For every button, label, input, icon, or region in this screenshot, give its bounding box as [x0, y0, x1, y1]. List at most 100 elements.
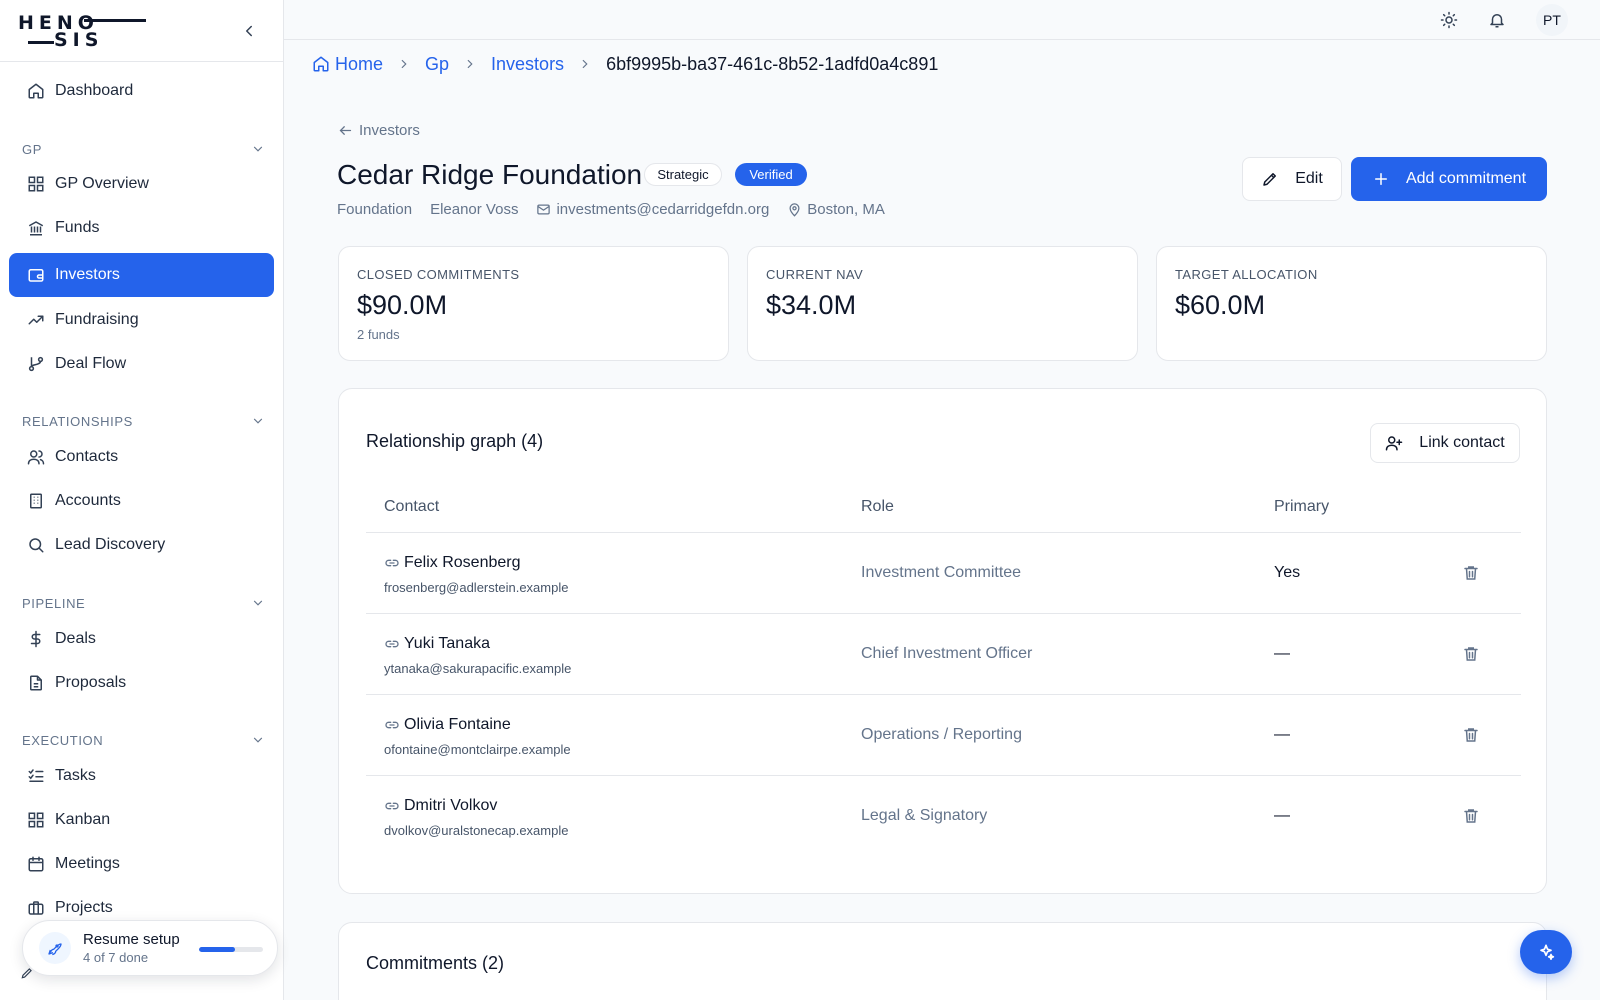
sidebar-item-label: GP Overview — [55, 175, 149, 192]
chevron-down-icon[interactable] — [251, 142, 265, 156]
table-row: Yuki Tanaka ytanaka@sakurapacific.exampl… — [366, 614, 1521, 695]
sidebar-item-investors[interactable]: Investors — [9, 253, 274, 297]
link-icon — [384, 798, 400, 814]
status-badge-strategic: Strategic — [644, 163, 722, 186]
breadcrumb-investors[interactable]: Investors — [491, 54, 564, 75]
back-link-label: Investors — [359, 122, 420, 139]
relationship-graph-card: Relationship graph (4) Link contact Cont… — [338, 388, 1547, 894]
sidebar-item-dashboard[interactable]: Dashboard — [9, 69, 274, 113]
add-commitment-button[interactable]: Add commitment — [1351, 157, 1547, 201]
sidebar-item-lead-discovery[interactable]: Lead Discovery — [9, 523, 274, 567]
chevron-down-icon[interactable] — [251, 733, 265, 747]
contact-name: Dmitri Volkov — [404, 797, 498, 814]
contact-name-link[interactable]: Felix Rosenberg — [384, 554, 521, 572]
stat-label: CURRENT NAV — [766, 267, 864, 282]
sidebar-item-accounts[interactable]: Accounts — [9, 479, 274, 523]
logo-bar-bottom — [28, 41, 54, 44]
resume-setup-card[interactable]: Resume setup 4 of 7 done — [22, 920, 278, 976]
contact-name-link[interactable]: Yuki Tanaka — [384, 635, 490, 653]
trash-icon[interactable] — [1462, 807, 1480, 825]
sidebar-item-deal-flow[interactable]: Deal Flow — [9, 342, 274, 386]
stat-card-current-nav: CURRENT NAV $34.0M — [747, 246, 1138, 361]
breadcrumb-gp[interactable]: Gp — [425, 54, 449, 75]
contact-primary: — — [1274, 807, 1290, 824]
logo-text-bottom: SIS — [54, 29, 104, 51]
back-to-investors-link[interactable]: Investors — [338, 122, 420, 139]
chevron-down-icon[interactable] — [251, 414, 265, 428]
chevron-down-icon[interactable] — [251, 596, 265, 610]
contact-email: frosenberg@adlerstein.example — [384, 580, 569, 595]
stat-value: $60.0M — [1175, 290, 1266, 320]
sidebar-item-kanban[interactable]: Kanban — [9, 798, 274, 842]
sidebar-item-contacts[interactable]: Contacts — [9, 435, 274, 479]
trash-icon[interactable] — [1462, 564, 1480, 582]
setup-progress-fill — [199, 947, 236, 952]
wallet-icon — [27, 266, 45, 284]
sun-icon[interactable] — [1440, 11, 1458, 29]
setup-title: Resume setup — [83, 931, 180, 948]
sidebar-item-fundraising[interactable]: Fundraising — [9, 298, 274, 342]
contact-email: ytanaka@sakurapacific.example — [384, 661, 572, 676]
stat-label: TARGET ALLOCATION — [1175, 267, 1318, 282]
logo-bar: HENO SIS — [0, 0, 283, 62]
setup-text: Resume setup 4 of 7 done — [83, 931, 180, 965]
table-row: Felix Rosenberg frosenberg@adlerstein.ex… — [366, 533, 1521, 614]
search-icon — [27, 536, 45, 554]
sidebar-item-label: Funds — [55, 219, 100, 236]
link-icon — [384, 636, 400, 652]
investor-location: Boston, MA — [787, 201, 885, 218]
breadcrumb-home[interactable]: Home — [312, 54, 383, 75]
contact-name: Olivia Fontaine — [404, 716, 511, 733]
sidebar-item-label: Dashboard — [55, 82, 134, 99]
edit-button[interactable]: Edit — [1242, 157, 1342, 201]
sidebar-item-meetings[interactable]: Meetings — [9, 842, 274, 886]
sidebar-item-label: Proposals — [55, 674, 127, 691]
stat-value: $34.0M — [766, 290, 857, 320]
sidebar-item-label: Investors — [55, 266, 120, 283]
chevron-left-icon[interactable] — [240, 22, 258, 40]
sidebar-item-proposals[interactable]: Proposals — [9, 661, 274, 705]
sidebar-item-label: Projects — [55, 899, 113, 916]
git-branch-icon — [27, 355, 45, 373]
sidebar-item-label: Meetings — [55, 855, 120, 872]
stat-card-target-allocation: TARGET ALLOCATION $60.0M — [1156, 246, 1547, 361]
contact-role: Investment Committee — [861, 564, 1022, 581]
link-contact-button[interactable]: Link contact — [1370, 423, 1520, 463]
map-pin-icon — [787, 202, 802, 217]
ai-assistant-button[interactable] — [1520, 930, 1572, 974]
avatar[interactable]: PT — [1536, 4, 1568, 36]
section-label-gp: GP — [22, 142, 42, 157]
stat-value: $90.0M — [357, 290, 448, 320]
breadcrumb: Home Gp Investors 6bf9995b-ba37-461c-8b5… — [312, 52, 938, 76]
topbar: PT — [284, 0, 1600, 40]
trash-icon[interactable] — [1462, 726, 1480, 744]
table-row: Olivia Fontaine ofontaine@montclairpe.ex… — [366, 695, 1521, 776]
sidebar-item-tasks[interactable]: Tasks — [9, 754, 274, 798]
contact-name: Yuki Tanaka — [404, 635, 490, 652]
contact-primary: — — [1274, 726, 1290, 743]
sidebar-item-funds[interactable]: Funds — [9, 206, 274, 250]
contact-name-link[interactable]: Dmitri Volkov — [384, 797, 497, 815]
sidebar-item-gp-overview[interactable]: GP Overview — [9, 162, 274, 206]
calendar-icon — [27, 855, 45, 873]
user-plus-icon — [1385, 434, 1403, 452]
pencil-icon — [1261, 170, 1279, 188]
grid-icon — [27, 175, 45, 193]
bell-icon[interactable] — [1488, 11, 1506, 29]
henosis-logo[interactable]: HENO SIS — [18, 12, 146, 51]
rocket-icon — [39, 932, 71, 964]
contact-name-link[interactable]: Olivia Fontaine — [384, 716, 511, 734]
list-checks-icon — [27, 767, 45, 785]
table-row: Dmitri Volkov dvolkov@uralstonecap.examp… — [366, 776, 1521, 857]
layout-grid-icon — [27, 811, 45, 829]
contact-name: Felix Rosenberg — [404, 554, 521, 571]
investor-email[interactable]: investments@cedarridgefdn.org — [536, 201, 769, 218]
sidebar-item-label: Fundraising — [55, 311, 139, 328]
trash-icon[interactable] — [1462, 645, 1480, 663]
arrow-left-icon — [338, 123, 353, 138]
column-header-contact: Contact — [384, 498, 440, 515]
sidebar-item-deals[interactable]: Deals — [9, 617, 274, 661]
building-icon — [27, 492, 45, 510]
contact-primary: Yes — [1274, 564, 1301, 581]
contact-role: Operations / Reporting — [861, 726, 1022, 743]
